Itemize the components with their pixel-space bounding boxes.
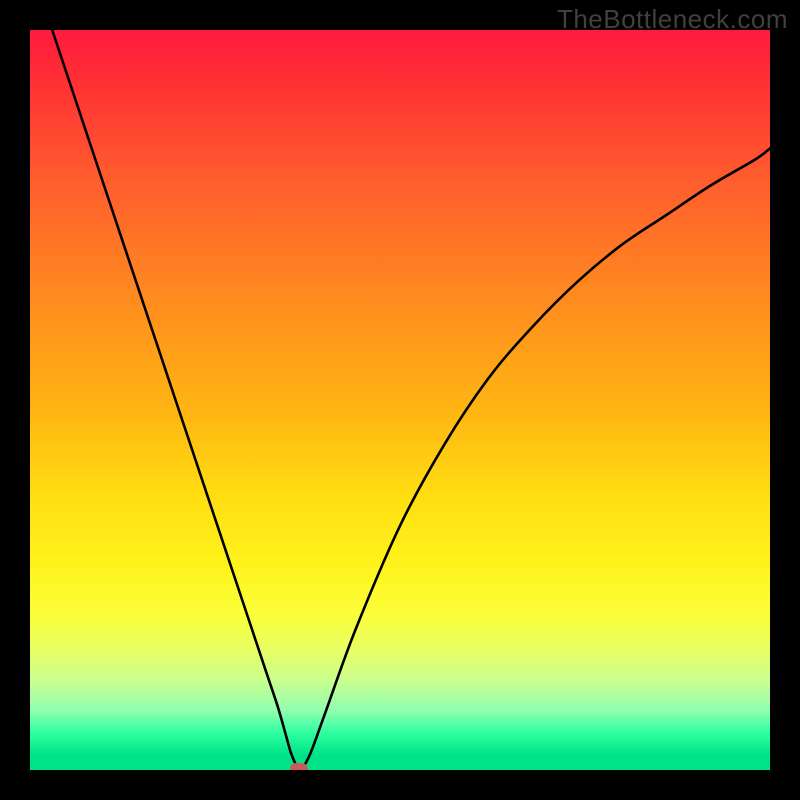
bottleneck-curve-path <box>52 30 770 769</box>
curve-svg <box>30 30 770 770</box>
watermark-text: TheBottleneck.com <box>557 4 788 35</box>
plot-area <box>30 30 770 770</box>
minimum-marker <box>290 763 308 770</box>
chart-frame: TheBottleneck.com <box>0 0 800 800</box>
